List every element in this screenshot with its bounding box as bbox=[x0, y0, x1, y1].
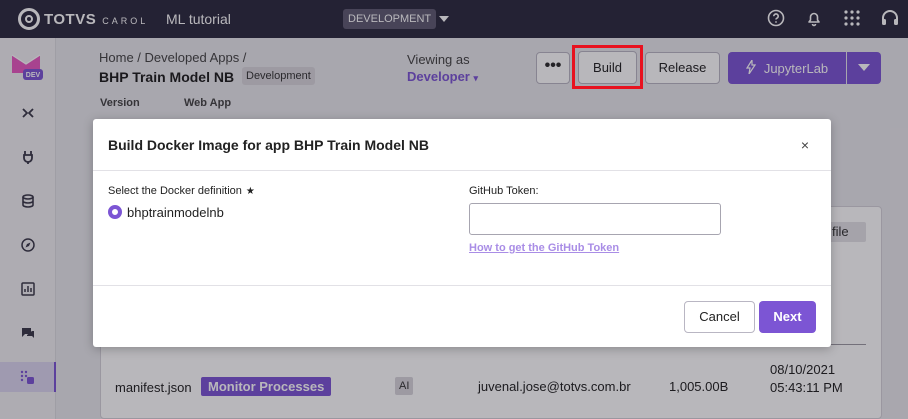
docker-definition-option[interactable]: bhptrainmodelnb bbox=[127, 205, 224, 220]
docker-definition-text: Select the Docker definition bbox=[108, 185, 242, 197]
docker-definition-radio[interactable] bbox=[108, 205, 122, 219]
build-docker-dialog: Build Docker Image for app BHP Train Mod… bbox=[93, 119, 831, 347]
next-button[interactable]: Next bbox=[759, 301, 816, 333]
cancel-button[interactable]: Cancel bbox=[684, 301, 755, 333]
dialog-footer-divider bbox=[93, 285, 831, 286]
github-token-input[interactable] bbox=[469, 203, 721, 235]
build-highlight-box bbox=[572, 45, 643, 89]
docker-definition-label: Select the Docker definition ★ bbox=[108, 185, 255, 197]
github-token-label: GitHub Token: bbox=[469, 185, 539, 197]
dialog-divider bbox=[93, 170, 831, 171]
required-star-icon: ★ bbox=[245, 186, 255, 197]
close-icon[interactable]: × bbox=[801, 137, 809, 153]
github-token-help-link[interactable]: How to get the GitHub Token bbox=[469, 242, 619, 254]
dialog-title: Build Docker Image for app BHP Train Mod… bbox=[108, 137, 430, 153]
